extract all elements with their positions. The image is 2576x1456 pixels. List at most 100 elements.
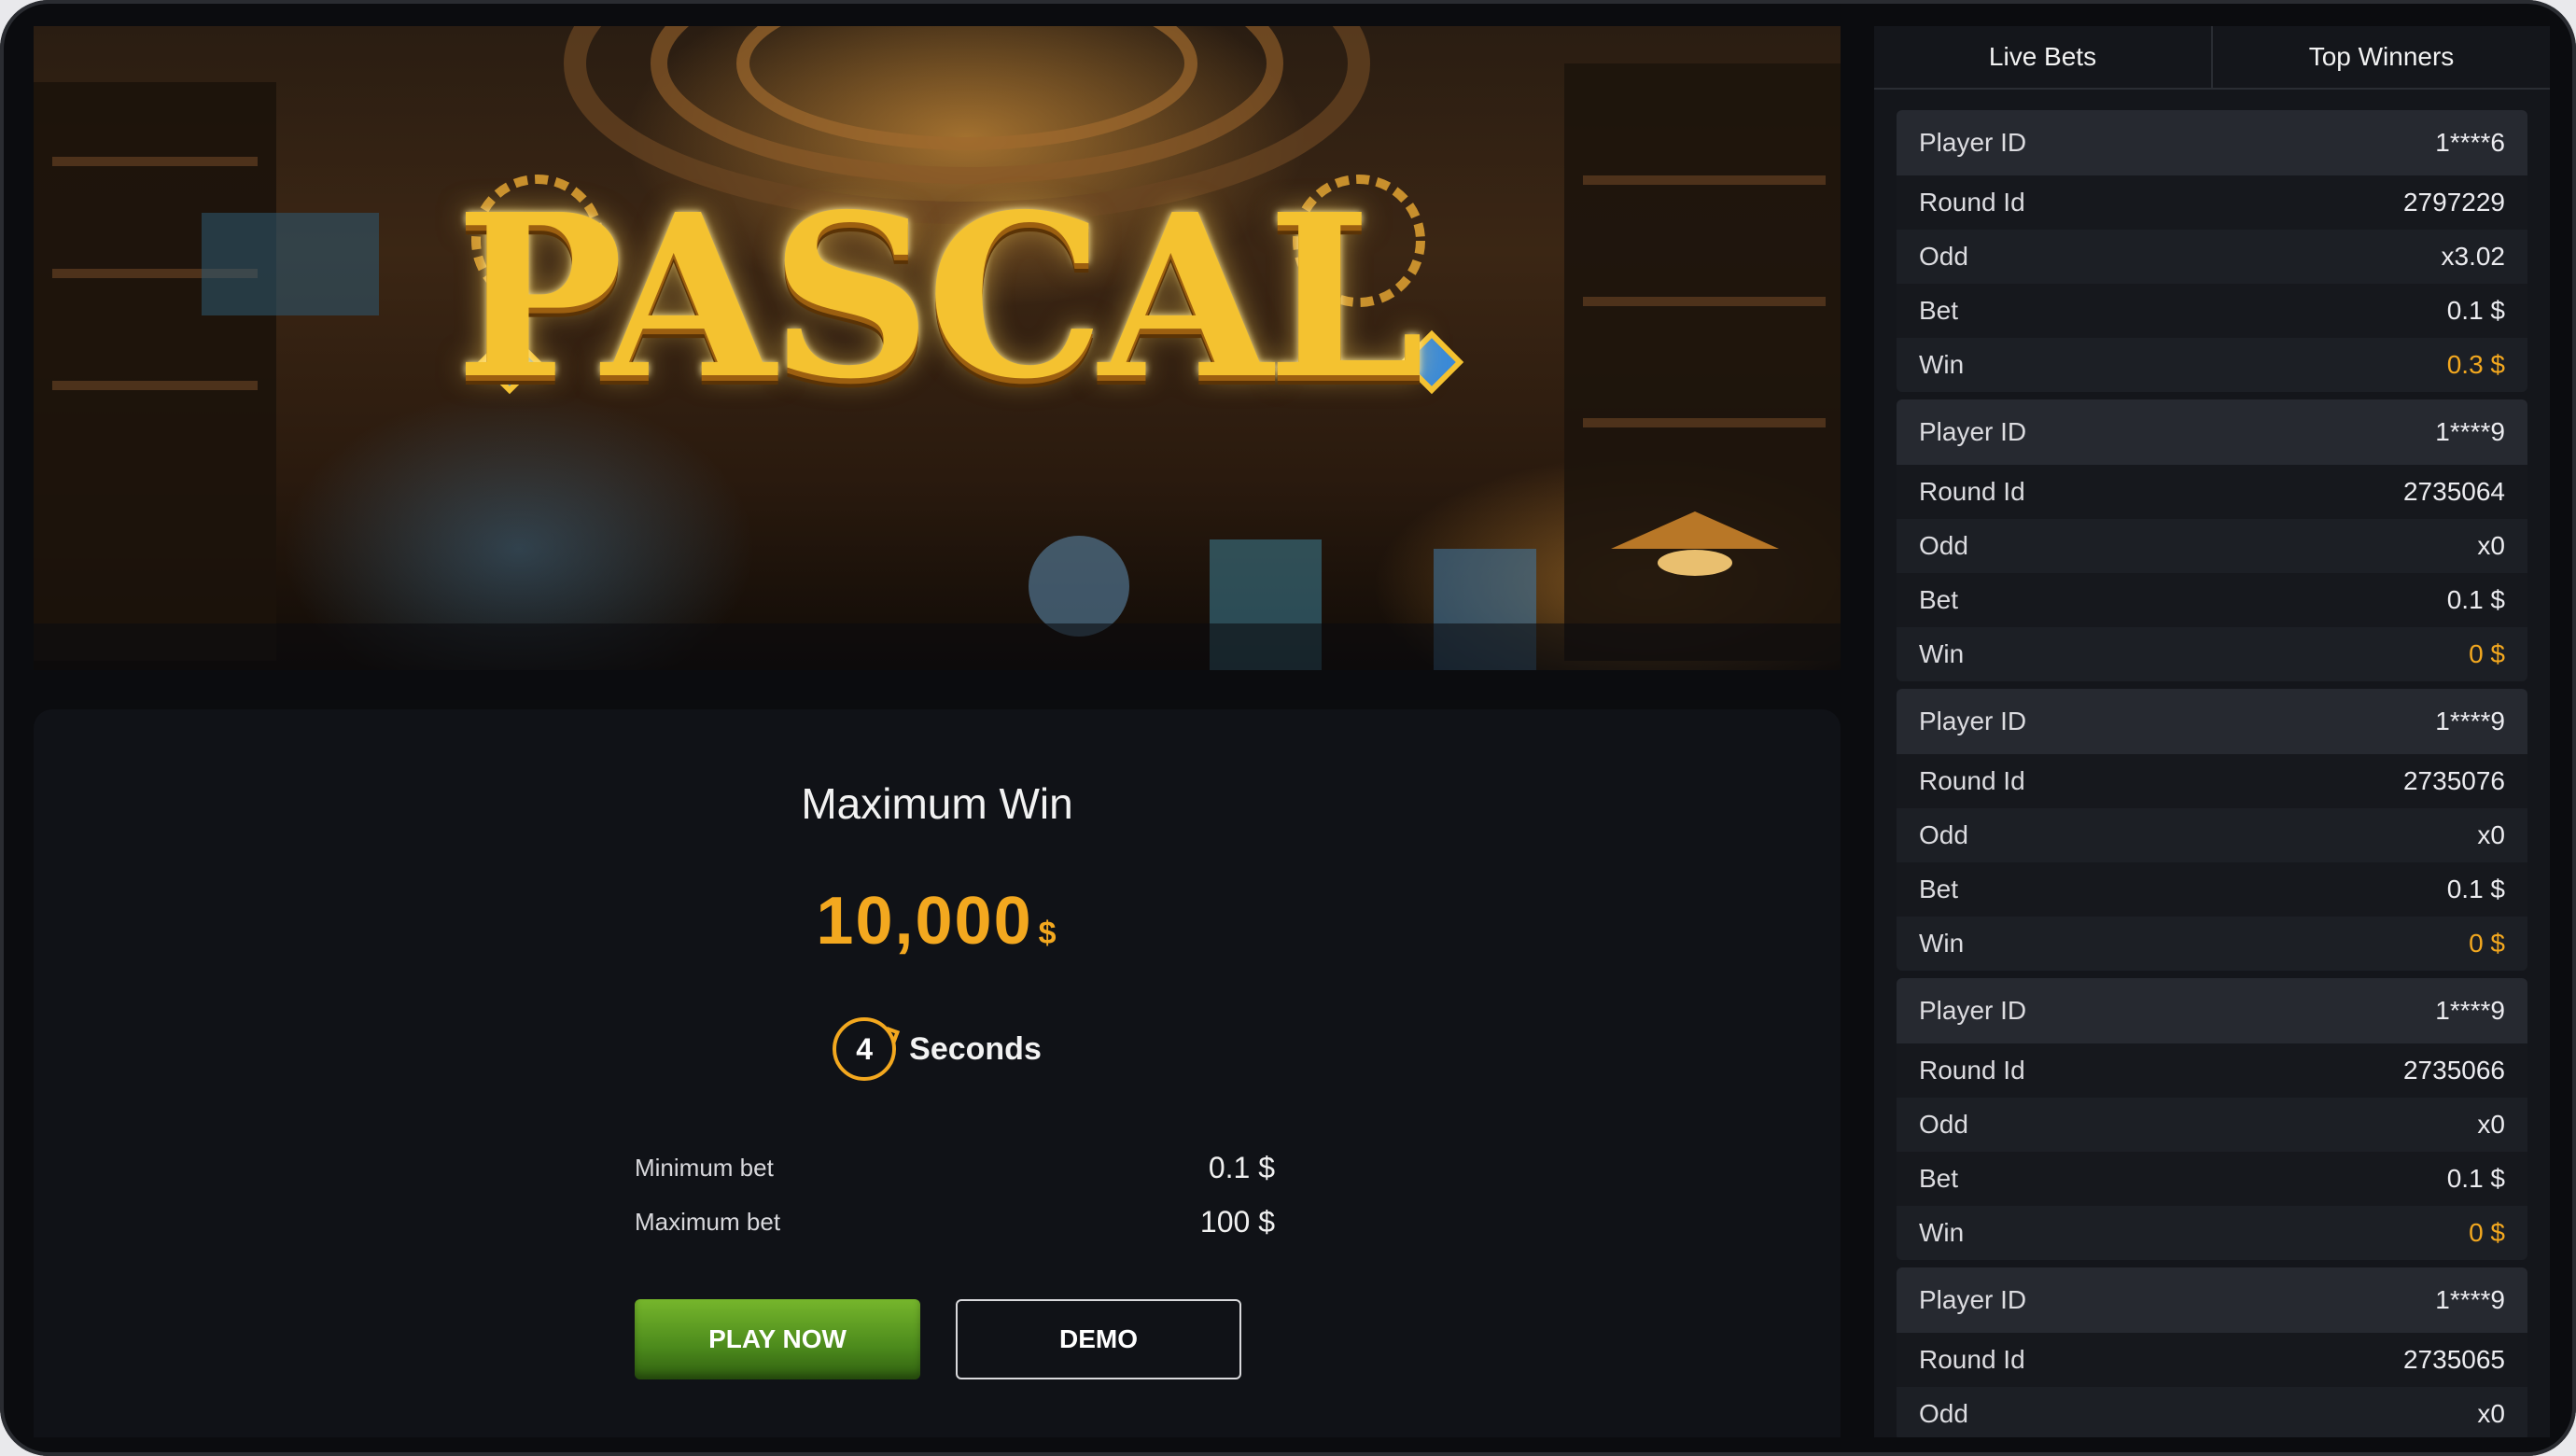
- bet-card: Player ID 1****9 Round Id 2735076 Odd x0 Be…: [1897, 689, 2527, 971]
- bets-sidebar: Live Bets Top Winners Player ID 1****6 Ro…: [1874, 26, 2550, 1437]
- action-buttons: PLAY NOW DEMO: [635, 1299, 1241, 1379]
- odd-label: Odd: [1919, 242, 1968, 271]
- bet-row: Bet 0.1 $: [1897, 573, 2527, 627]
- game-logo: PASCAL: [455, 165, 1425, 428]
- player-id-value: 1****9: [2435, 707, 2505, 735]
- odd-label: Odd: [1919, 1399, 1968, 1428]
- bet-card: Player ID 1****9 Round Id 2735065 Odd x0: [1897, 1267, 2527, 1437]
- bet-value: 0.1 $: [2446, 875, 2505, 903]
- round-id-row: Round Id 2735064: [1897, 465, 2527, 519]
- odd-value: x0: [2477, 820, 2505, 849]
- tab-top-winners[interactable]: Top Winners: [2211, 26, 2550, 88]
- max-win-value: 10,000: [816, 884, 1033, 959]
- odd-row: Odd x0: [1897, 1098, 2527, 1152]
- odd-label: Odd: [1919, 820, 1968, 849]
- countdown-timer: 4 Seconds: [34, 1017, 1841, 1081]
- round-id-value: 2735065: [2402, 1345, 2505, 1374]
- player-id-label: Player ID: [1919, 417, 2027, 446]
- max-win-currency: $: [1038, 916, 1058, 951]
- timer-icon: 4: [833, 1017, 897, 1081]
- win-row: Win 0 $: [1897, 917, 2527, 971]
- bet-value: 0.1 $: [2446, 296, 2505, 325]
- player-id-value: 1****9: [2435, 1285, 2505, 1314]
- round-id-value: 2797229: [2402, 188, 2505, 217]
- bet-row: Bet 0.1 $: [1897, 284, 2527, 338]
- round-id-label: Round Id: [1919, 1056, 2025, 1085]
- round-id-value: 2735064: [2402, 477, 2505, 506]
- min-bet-label: Minimum bet: [635, 1153, 774, 1182]
- play-now-button[interactable]: PLAY NOW: [635, 1299, 920, 1379]
- player-id-label: Player ID: [1919, 1285, 2027, 1314]
- win-row: Win 0 $: [1897, 1206, 2527, 1260]
- player-id-row: Player ID 1****9: [1897, 399, 2527, 465]
- player-id-label: Player ID: [1919, 707, 2027, 735]
- win-label: Win: [1919, 639, 1965, 668]
- win-value: 0 $: [2469, 929, 2505, 958]
- max-bet-label: Maximum bet: [635, 1207, 781, 1236]
- odd-value: x0: [2477, 1110, 2505, 1139]
- sidebar-tabs: Live Bets Top Winners: [1874, 26, 2550, 90]
- round-id-label: Round Id: [1919, 188, 2025, 217]
- bet-value: 0.1 $: [2446, 585, 2505, 614]
- odd-row: Odd x0: [1897, 519, 2527, 573]
- round-id-value: 2735066: [2402, 1056, 2505, 1085]
- odd-value: x3.02: [2441, 242, 2506, 271]
- odd-row: Odd x0: [1897, 1387, 2527, 1437]
- bet-value: 0.1 $: [2446, 1164, 2505, 1193]
- round-id-value: 2735076: [2402, 766, 2505, 795]
- round-id-label: Round Id: [1919, 1345, 2025, 1374]
- max-bet-value: 100 $: [1199, 1204, 1275, 1239]
- win-label: Win: [1919, 1218, 1965, 1247]
- win-label: Win: [1919, 350, 1965, 379]
- round-id-row: Round Id 2797229: [1897, 175, 2527, 230]
- win-value: 0 $: [2469, 1218, 2505, 1247]
- bet-limits: Minimum bet 0.1 $ Maximum bet 100 $: [635, 1141, 1275, 1249]
- bet-row: Bet 0.1 $: [1897, 862, 2527, 917]
- bet-label: Bet: [1919, 585, 1959, 614]
- max-win-amount: 10,000 $: [34, 883, 1841, 959]
- odd-row: Odd x0: [1897, 808, 2527, 862]
- odd-row: Odd x3.02: [1897, 230, 2527, 284]
- tab-live-bets[interactable]: Live Bets: [1874, 26, 2211, 88]
- win-row: Win 0 $: [1897, 627, 2527, 681]
- round-id-label: Round Id: [1919, 477, 2025, 506]
- round-id-row: Round Id 2735076: [1897, 754, 2527, 808]
- player-id-label: Player ID: [1919, 128, 2027, 157]
- player-id-value: 1****9: [2435, 417, 2505, 446]
- win-value: 0 $: [2469, 639, 2505, 668]
- player-id-row: Player ID 1****9: [1897, 1267, 2527, 1333]
- player-id-row: Player ID 1****6: [1897, 110, 2527, 175]
- bet-card: Player ID 1****9 Round Id 2735066 Odd x0 Be…: [1897, 978, 2527, 1260]
- player-id-value: 1****9: [2435, 996, 2505, 1025]
- bet-card: Player ID 1****6 Round Id 2797229 Odd x3.02…: [1897, 110, 2527, 392]
- bet-label: Bet: [1919, 875, 1959, 903]
- min-bet-row: Minimum bet 0.1 $: [635, 1141, 1275, 1195]
- game-info-panel: Maximum Win 10,000 $ 4 Seconds Minimum be…: [34, 709, 1841, 1437]
- bet-label: Bet: [1919, 1164, 1959, 1193]
- win-row: Win 0.3 $: [1897, 338, 2527, 392]
- round-id-row: Round Id 2735065: [1897, 1333, 2527, 1387]
- max-bet-row: Maximum bet 100 $: [635, 1195, 1275, 1249]
- win-label: Win: [1919, 929, 1965, 958]
- demo-button[interactable]: DEMO: [956, 1299, 1241, 1379]
- win-value: 0.3 $: [2446, 350, 2505, 379]
- live-bets-list[interactable]: Player ID 1****6 Round Id 2797229 Odd x3.02…: [1874, 90, 2550, 1437]
- player-id-row: Player ID 1****9: [1897, 689, 2527, 754]
- round-id-row: Round Id 2735066: [1897, 1043, 2527, 1098]
- odd-label: Odd: [1919, 531, 1968, 560]
- player-id-label: Player ID: [1919, 996, 2027, 1025]
- odd-value: x0: [2477, 531, 2505, 560]
- timer-value: 4: [856, 1031, 874, 1066]
- bet-label: Bet: [1919, 296, 1959, 325]
- odd-label: Odd: [1919, 1110, 1968, 1139]
- bet-card: Player ID 1****9 Round Id 2735064 Odd x0 Be…: [1897, 399, 2527, 681]
- min-bet-value: 0.1 $: [1208, 1150, 1275, 1184]
- max-win-title: Maximum Win: [801, 779, 1073, 828]
- odd-value: x0: [2477, 1399, 2505, 1428]
- game-banner: PASCAL: [34, 26, 1841, 670]
- player-id-row: Player ID 1****9: [1897, 978, 2527, 1043]
- app-frame: PASCAL Maximum Win 10,000 $ 4 Seconds Min…: [0, 0, 2576, 1456]
- round-id-label: Round Id: [1919, 766, 2025, 795]
- bet-row: Bet 0.1 $: [1897, 1152, 2527, 1206]
- timer-label: Seconds: [909, 1030, 1042, 1067]
